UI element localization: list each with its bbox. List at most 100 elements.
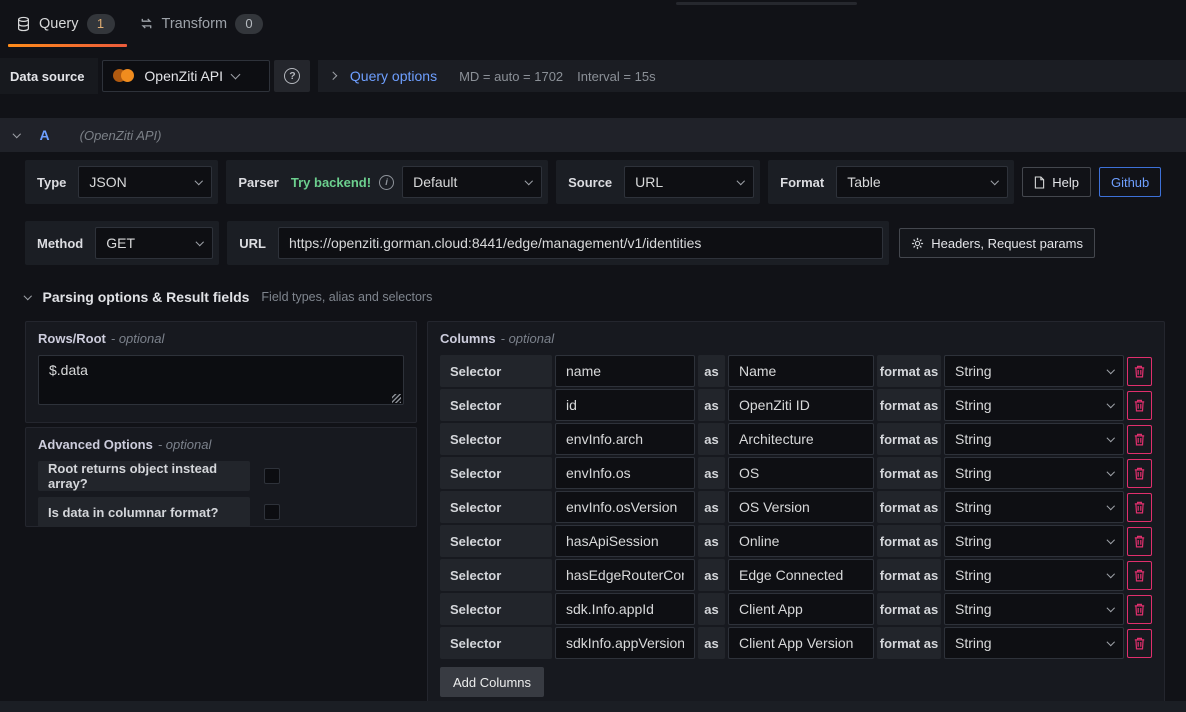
datasource-help-button[interactable]: ? <box>274 60 310 92</box>
format-as-label: format as <box>877 627 941 659</box>
selector-label: Selector <box>440 423 552 455</box>
column-alias-input[interactable] <box>728 355 874 387</box>
selector-label: Selector <box>440 355 552 387</box>
column-format-select[interactable]: String <box>944 559 1124 591</box>
as-label: as <box>698 389 725 421</box>
columnar-format-checkbox[interactable] <box>264 504 280 520</box>
advanced-options-label: Advanced Options <box>38 437 153 452</box>
section-chevron-icon <box>24 292 32 300</box>
format-as-label: format as <box>877 423 941 455</box>
columns-panel: Columns - optional Selector as format as… <box>427 321 1165 707</box>
document-icon <box>1034 176 1045 189</box>
query-ref-id: A <box>40 127 50 143</box>
column-row: Selector as format as String <box>440 491 1152 523</box>
rows-root-panel: Rows/Root - optional $.data <box>25 321 417 423</box>
delete-column-button[interactable] <box>1127 391 1152 420</box>
chevron-down-icon <box>1106 434 1114 442</box>
method-select[interactable]: GET <box>95 227 213 259</box>
as-label: as <box>698 355 725 387</box>
delete-column-button[interactable] <box>1127 493 1152 522</box>
tab-transform-count-badge: 0 <box>235 14 263 34</box>
column-selector-input[interactable] <box>555 389 695 421</box>
resize-grip-icon[interactable] <box>392 394 401 403</box>
column-format-select[interactable]: String <box>944 355 1124 387</box>
parsing-section-header[interactable]: Parsing options & Result fields Field ty… <box>25 287 1161 307</box>
source-field-group: Source URL <box>556 160 760 204</box>
headers-params-button[interactable]: Headers, Request params <box>899 228 1095 258</box>
url-input[interactable] <box>278 227 883 259</box>
format-as-label: format as <box>877 457 941 489</box>
parsing-section-title: Parsing options & Result fields <box>43 289 250 305</box>
tab-transform[interactable]: Transform 0 <box>129 0 278 47</box>
column-format-select[interactable]: String <box>944 389 1124 421</box>
chevron-down-icon <box>1106 366 1114 374</box>
query-options-bar[interactable]: Query options MD = auto = 1702 Interval … <box>318 60 1186 92</box>
column-alias-input[interactable] <box>728 423 874 455</box>
column-row: Selector as format as String <box>440 525 1152 557</box>
database-icon <box>16 16 31 32</box>
column-alias-input[interactable] <box>728 593 874 625</box>
column-selector-input[interactable] <box>555 525 695 557</box>
format-select[interactable]: Table <box>836 166 1008 198</box>
column-format-select[interactable]: String <box>944 491 1124 523</box>
column-selector-input[interactable] <box>555 627 695 659</box>
source-select[interactable]: URL <box>624 166 754 198</box>
chevron-down-icon <box>1106 604 1114 612</box>
window-drag-handle <box>676 2 857 5</box>
column-selector-input[interactable] <box>555 355 695 387</box>
column-alias-input[interactable] <box>728 559 874 591</box>
delete-column-button[interactable] <box>1127 357 1152 386</box>
github-button[interactable]: Github <box>1099 167 1161 197</box>
format-as-label: format as <box>877 525 941 557</box>
column-row: Selector as format as String <box>440 627 1152 659</box>
column-selector-input[interactable] <box>555 593 695 625</box>
delete-column-button[interactable] <box>1127 459 1152 488</box>
column-format-select[interactable]: String <box>944 525 1124 557</box>
chevron-down-icon <box>737 177 745 185</box>
editor-row-url: Method GET URL Headers, Request params <box>25 221 1161 265</box>
column-format-select[interactable]: String <box>944 593 1124 625</box>
rows-root-textarea[interactable]: $.data <box>38 355 404 405</box>
tab-query[interactable]: Query 1 <box>6 0 129 47</box>
next-section-edge <box>0 701 1186 712</box>
column-format-value: String <box>955 533 992 549</box>
root-object-checkbox[interactable] <box>264 468 280 484</box>
query-row-header[interactable]: A (OpenZiti API) <box>0 118 1186 152</box>
as-label: as <box>698 593 725 625</box>
column-format-select[interactable]: String <box>944 457 1124 489</box>
delete-column-button[interactable] <box>1127 595 1152 624</box>
as-label: as <box>698 491 725 523</box>
column-alias-input[interactable] <box>728 525 874 557</box>
format-label: Format <box>774 175 828 190</box>
source-label: Source <box>562 175 616 190</box>
type-value: JSON <box>89 174 126 190</box>
column-alias-input[interactable] <box>728 389 874 421</box>
max-data-points-stat: MD = auto = 1702 <box>459 69 563 84</box>
try-backend-hint[interactable]: Try backend! <box>291 175 371 190</box>
column-format-select[interactable]: String <box>944 627 1124 659</box>
help-button[interactable]: Help <box>1022 167 1091 197</box>
column-selector-input[interactable] <box>555 457 695 489</box>
column-alias-input[interactable] <box>728 491 874 523</box>
column-selector-input[interactable] <box>555 423 695 455</box>
delete-column-button[interactable] <box>1127 561 1152 590</box>
column-format-select[interactable]: String <box>944 423 1124 455</box>
trash-icon <box>1134 637 1145 650</box>
column-selector-input[interactable] <box>555 491 695 523</box>
openziti-logo-icon <box>113 69 135 83</box>
delete-column-button[interactable] <box>1127 425 1152 454</box>
column-format-value: String <box>955 397 992 413</box>
datasource-picker[interactable]: OpenZiti API <box>102 60 270 92</box>
delete-column-button[interactable] <box>1127 629 1152 658</box>
parser-value: Default <box>413 174 457 190</box>
as-label: as <box>698 559 725 591</box>
column-alias-input[interactable] <box>728 627 874 659</box>
column-selector-input[interactable] <box>555 559 695 591</box>
add-columns-button[interactable]: Add Columns <box>440 667 544 697</box>
query-options-label: Query options <box>350 68 437 84</box>
column-alias-input[interactable] <box>728 457 874 489</box>
delete-column-button[interactable] <box>1127 527 1152 556</box>
selector-label: Selector <box>440 627 552 659</box>
type-select[interactable]: JSON <box>78 166 212 198</box>
parser-select[interactable]: Default <box>402 166 542 198</box>
